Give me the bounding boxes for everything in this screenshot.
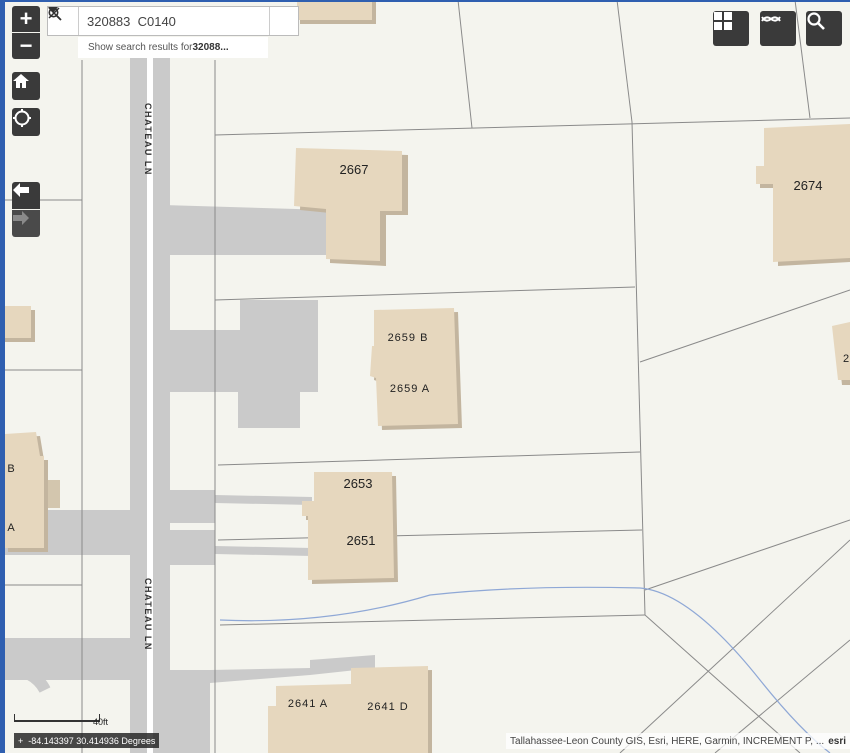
locate-icon bbox=[13, 109, 31, 127]
search-clear-button[interactable] bbox=[48, 7, 269, 35]
building-west-upper bbox=[5, 306, 31, 338]
search-input[interactable] bbox=[79, 8, 247, 34]
zoom-in-button[interactable]: + bbox=[12, 6, 40, 32]
coordinate-readout[interactable]: + -84.143397 30.414936 Degrees bbox=[14, 733, 160, 748]
label-2659-a: 2659 A bbox=[390, 383, 430, 395]
map-canvas[interactable]: 2667 2674 2659 B 2659 A 2653 2651 2641 A… bbox=[0, 0, 850, 753]
home-button[interactable] bbox=[12, 72, 40, 100]
map-view[interactable]: 2667 2674 2659 B 2659 A 2653 2651 2641 A… bbox=[0, 0, 850, 753]
search-tool-button[interactable] bbox=[806, 11, 842, 46]
street-label-chateau-ln-2: CHATEAU LN bbox=[143, 578, 153, 651]
arrow-left-icon bbox=[13, 183, 29, 197]
drive-path-2653 bbox=[215, 495, 312, 505]
driveway-2659 bbox=[163, 300, 318, 428]
label-2667: 2667 bbox=[340, 162, 369, 177]
locate-button[interactable] bbox=[12, 108, 40, 136]
previous-extent-button[interactable] bbox=[12, 182, 40, 209]
attribution: Tallahassee-Leon County GIS, Esri, HERE,… bbox=[506, 733, 850, 749]
building-top bbox=[297, 0, 372, 20]
driveway-2641 bbox=[163, 670, 210, 753]
scale-bar bbox=[14, 714, 100, 722]
driveway-2653-b bbox=[163, 530, 215, 565]
search-submit-button[interactable] bbox=[48, 7, 298, 35]
drive-path-2641 bbox=[210, 655, 375, 683]
attribution-text: Tallahassee-Leon County GIS, Esri, HERE,… bbox=[510, 735, 825, 747]
frame-left-edge bbox=[0, 0, 5, 753]
next-extent-button[interactable] bbox=[12, 210, 40, 237]
minus-icon: − bbox=[19, 33, 33, 58]
label-2651: 2651 bbox=[347, 533, 376, 548]
suggestion-term: 32088... bbox=[192, 42, 229, 53]
label-2659-b: 2659 B bbox=[388, 332, 429, 344]
magnifier-icon bbox=[807, 12, 825, 30]
zoom-out-button[interactable]: − bbox=[12, 33, 40, 59]
label-west-b: B bbox=[7, 463, 14, 475]
label-east-2: 2 bbox=[843, 353, 849, 365]
street-label-chateau-ln-1: CHATEAU LN bbox=[143, 103, 153, 176]
driveway-2653-a bbox=[163, 490, 215, 523]
crosshair-icon: + bbox=[18, 735, 24, 746]
link-icon bbox=[761, 16, 781, 22]
building-east-edge bbox=[832, 322, 850, 380]
search-widget bbox=[47, 6, 299, 36]
driveway-2667 bbox=[163, 205, 330, 255]
suggestion-prefix: Show search results for bbox=[88, 42, 193, 53]
home-icon bbox=[13, 74, 29, 88]
label-west-a: A bbox=[7, 522, 15, 534]
esri-logo: esri bbox=[828, 735, 846, 747]
label-2641-a: 2641 A bbox=[288, 698, 328, 710]
basemap-gallery-button[interactable] bbox=[713, 11, 749, 46]
arrow-right-icon bbox=[13, 211, 29, 225]
search-suggestion[interactable]: Show search results for 32088... bbox=[78, 37, 268, 58]
label-2641-d: 2641 D bbox=[367, 701, 408, 713]
building-2674 bbox=[756, 124, 850, 262]
drive-path-2651 bbox=[215, 546, 312, 556]
plus-icon: + bbox=[19, 6, 33, 31]
label-2653: 2653 bbox=[344, 476, 373, 491]
grid-icon bbox=[714, 12, 732, 30]
frame-top-edge bbox=[0, 0, 850, 2]
share-button[interactable] bbox=[760, 11, 796, 46]
coordinate-text: -84.143397 30.414936 Degrees bbox=[28, 735, 156, 746]
scale-label: 40ft bbox=[93, 717, 109, 727]
building-2659 bbox=[370, 308, 458, 426]
search-icon bbox=[48, 7, 62, 21]
label-2674: 2674 bbox=[794, 178, 823, 193]
